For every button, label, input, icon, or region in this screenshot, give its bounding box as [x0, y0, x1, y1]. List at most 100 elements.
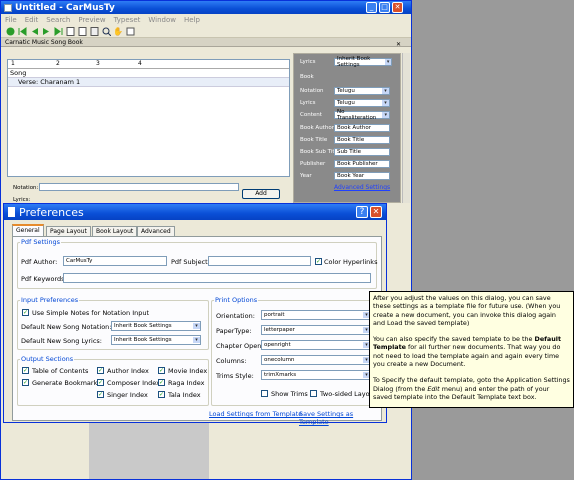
- load-template-link[interactable]: Load Settings from Template: [209, 410, 302, 418]
- menu-typeset[interactable]: Typeset: [114, 16, 141, 24]
- output-section-label: Table of Contents: [32, 367, 89, 375]
- save-template-link[interactable]: Save Settings as Template: [299, 410, 381, 426]
- song-editor[interactable]: 1 2 3 4 Song Verse: Charanam 1: [7, 59, 290, 177]
- ruler-mark: 2: [56, 60, 60, 67]
- toolbar: ✋: [1, 25, 411, 38]
- print-option-select[interactable]: trimXmarks ▾: [261, 370, 371, 380]
- output-section-checkbox[interactable]: ✓: [158, 379, 165, 386]
- output-section-checkbox[interactable]: ✓: [22, 367, 29, 374]
- default-notation-value: Inherit Book Settings: [114, 323, 172, 329]
- pdf-subject-input[interactable]: [208, 256, 311, 266]
- pdf-author-input[interactable]: CarMusTy: [63, 256, 167, 266]
- menu-bar: File Edit Search Preview Typeset Window …: [1, 14, 411, 25]
- two-sided-checkbox[interactable]: [310, 390, 317, 397]
- side-row-input[interactable]: Book Title: [334, 135, 390, 144]
- sidebar-scrollbar[interactable]: [402, 53, 410, 203]
- side-row-input[interactable]: Book Author: [334, 123, 390, 132]
- simple-notes-label: Use Simple Notes for Notation Input: [32, 309, 150, 317]
- tooltip-italic: Edit: [427, 384, 440, 393]
- advanced-settings-link[interactable]: Advanced Settings: [334, 184, 390, 191]
- print-option-select[interactable]: portrait ▾: [261, 310, 371, 320]
- dialog-close-button[interactable]: ✕: [370, 206, 382, 218]
- page-icon[interactable]: [77, 26, 87, 36]
- print-option-value: letterpaper: [264, 327, 295, 333]
- default-notation-label: Default New Song Notation:: [21, 323, 112, 331]
- chevron-down-icon: ▾: [382, 88, 389, 94]
- doc-line-song: Song: [10, 69, 27, 77]
- next-icon[interactable]: [41, 26, 51, 36]
- default-notation-select[interactable]: Inherit Book Settings ▾: [111, 321, 201, 331]
- color-hyperlinks-checkbox[interactable]: ✓: [315, 258, 322, 265]
- add-button[interactable]: Add: [242, 189, 280, 199]
- show-trims-checkbox[interactable]: [261, 390, 268, 397]
- menu-preview[interactable]: Preview: [78, 16, 105, 24]
- side-row-input[interactable]: Book Year: [334, 172, 390, 181]
- simple-notes-checkbox[interactable]: ✓: [22, 309, 29, 316]
- output-section-checkbox[interactable]: ✓: [97, 367, 104, 374]
- panel-close-icon[interactable]: ✕: [396, 41, 401, 48]
- minimize-button[interactable]: _: [366, 2, 377, 13]
- output-section-checkbox[interactable]: ✓: [158, 391, 165, 398]
- tab-book-layout[interactable]: Book Layout: [92, 226, 138, 236]
- menu-window[interactable]: Window: [148, 16, 176, 24]
- output-sections-title: Output Sections: [20, 355, 75, 363]
- pdf-keywords-input[interactable]: [63, 273, 371, 283]
- side-row-value: Sub Title: [337, 149, 362, 155]
- output-section-checkbox[interactable]: ✓: [97, 379, 104, 386]
- tab-advanced[interactable]: Advanced: [137, 226, 175, 236]
- print-option-value: onecolumn: [264, 357, 295, 363]
- output-section-label: Tala Index: [168, 391, 201, 399]
- help-button[interactable]: ?: [356, 206, 368, 218]
- doc-line-verse: Verse: Charanam 1: [8, 77, 289, 87]
- print-option-value: portrait: [264, 312, 285, 318]
- side-row-select[interactable]: Telugu ▾: [334, 87, 390, 95]
- tab-general[interactable]: General: [12, 224, 44, 236]
- print-option-select[interactable]: onecolumn ▾: [261, 355, 371, 365]
- side-lyrics-value: Inherit Book Settings: [337, 56, 371, 68]
- chevron-down-icon: ▾: [382, 100, 389, 107]
- last-icon[interactable]: [53, 26, 63, 36]
- side-row-input[interactable]: Sub Title: [334, 148, 390, 156]
- pdf-subject-label: Pdf Subject:: [171, 258, 210, 266]
- side-row-input[interactable]: Book Publisher: [334, 160, 390, 169]
- zoom-icon[interactable]: [101, 26, 111, 36]
- print-option-select[interactable]: letterpaper ▾: [261, 325, 371, 335]
- output-section-checkbox[interactable]: ✓: [97, 391, 104, 398]
- output-section-label: Singer Index: [107, 391, 148, 399]
- tooltip-text: You can also specify the saved template …: [373, 335, 535, 344]
- menu-edit[interactable]: Edit: [25, 16, 39, 24]
- run-icon[interactable]: [5, 26, 15, 36]
- print-option-value: trimXmarks: [264, 372, 297, 378]
- print-option-label: Trims Style:: [216, 372, 254, 380]
- side-lyrics-label: Lyrics: [300, 59, 316, 65]
- side-row-select[interactable]: Telugu ▾: [334, 99, 390, 108]
- app-icon: [4, 3, 12, 12]
- chevron-down-icon: ▾: [193, 323, 200, 329]
- default-lyrics-select[interactable]: Inherit Book Settings ▾: [111, 335, 201, 345]
- chevron-down-icon: ▾: [385, 59, 391, 65]
- maximize-button[interactable]: □: [379, 2, 390, 13]
- side-row-label: Book Author: [300, 124, 334, 131]
- prev-icon[interactable]: [29, 26, 39, 36]
- menu-file[interactable]: File: [5, 16, 17, 24]
- close-button[interactable]: ✕: [392, 2, 403, 13]
- first-icon[interactable]: [17, 26, 27, 36]
- menu-help[interactable]: Help: [184, 16, 200, 24]
- pdf-settings-title: Pdf Settings: [20, 238, 62, 246]
- fit-icon[interactable]: [125, 26, 135, 36]
- menu-search[interactable]: Search: [46, 16, 70, 24]
- pdf-keywords-label: Pdf Keywords:: [21, 275, 67, 283]
- new-page-icon[interactable]: [65, 26, 75, 36]
- notation-input[interactable]: [39, 183, 239, 191]
- print-option-select[interactable]: openright ▾: [261, 340, 371, 350]
- tab-page-layout[interactable]: Page Layout: [46, 226, 91, 236]
- side-lyrics-select[interactable]: Inherit Book Settings ▾: [334, 56, 392, 68]
- output-section-checkbox[interactable]: ✓: [22, 379, 29, 386]
- pdf-author-label: Pdf Author:: [21, 258, 58, 266]
- side-row-select[interactable]: No Transliteration ▾: [334, 109, 390, 121]
- side-row-label: Notation: [300, 88, 324, 94]
- hand-icon[interactable]: ✋: [113, 26, 123, 36]
- output-section-checkbox[interactable]: ✓: [158, 367, 165, 374]
- page-alt-icon[interactable]: [89, 26, 99, 36]
- chevron-down-icon: ▾: [382, 112, 389, 119]
